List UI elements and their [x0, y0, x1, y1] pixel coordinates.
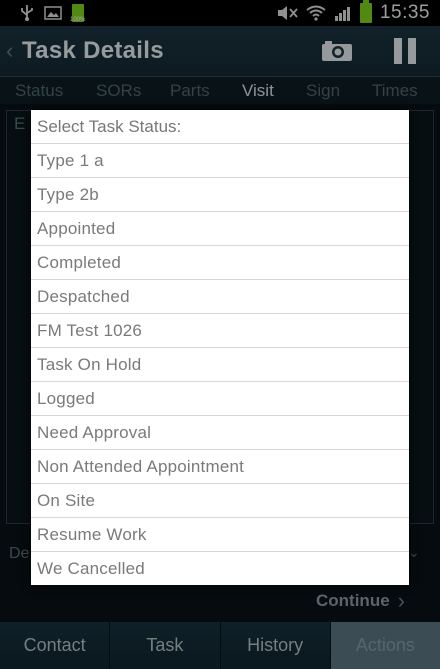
option-type-2b[interactable]: Type 2b	[31, 178, 409, 212]
option-logged[interactable]: Logged	[31, 382, 409, 416]
option-appointed[interactable]: Appointed	[31, 212, 409, 246]
dialog-title: Select Task Status:	[31, 110, 409, 144]
option-non-attended-appointment[interactable]: Non Attended Appointment	[31, 450, 409, 484]
status-select-dialog: Select Task Status: Type 1 a Type 2b App…	[31, 110, 409, 585]
option-task-on-hold[interactable]: Task On Hold	[31, 348, 409, 382]
option-we-cancelled[interactable]: We Cancelled	[31, 552, 409, 586]
option-type-1a[interactable]: Type 1 a	[31, 144, 409, 178]
option-on-site[interactable]: On Site	[31, 484, 409, 518]
option-despatched[interactable]: Despatched	[31, 280, 409, 314]
option-completed[interactable]: Completed	[31, 246, 409, 280]
option-list: Type 1 a Type 2b Appointed Completed Des…	[31, 144, 409, 586]
option-fm-test-1026[interactable]: FM Test 1026	[31, 314, 409, 348]
option-resume-work[interactable]: Resume Work	[31, 518, 409, 552]
option-need-approval[interactable]: Need Approval	[31, 416, 409, 450]
